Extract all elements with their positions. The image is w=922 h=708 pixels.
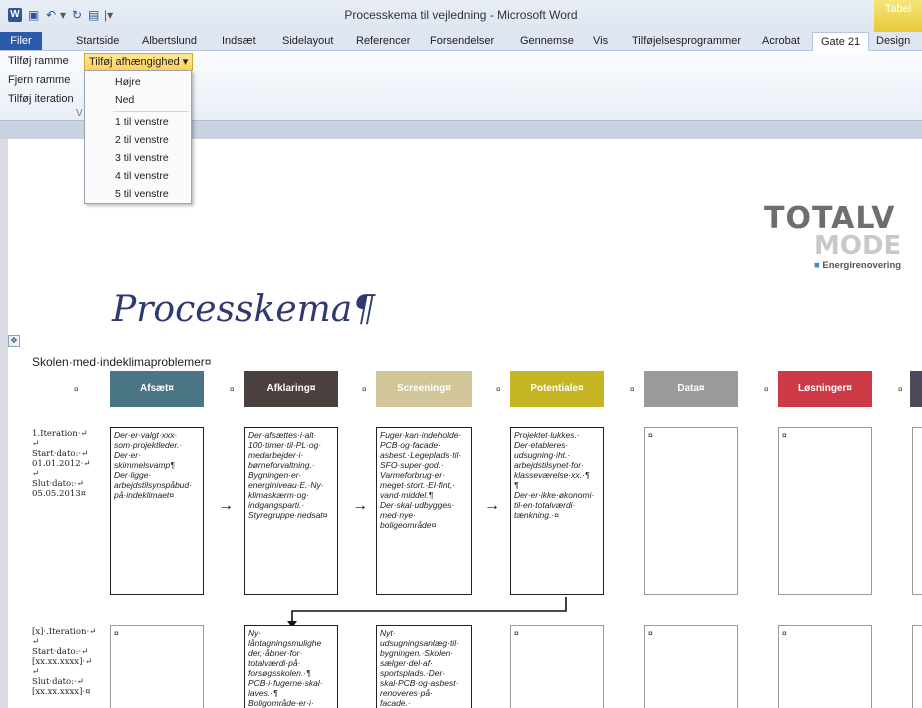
tab-vis[interactable]: Vis [593, 32, 608, 50]
cell-marker: ¤ [630, 385, 635, 394]
menu-item-3-til-venstre[interactable]: 3 til venstre [85, 149, 191, 167]
menu-item-ned[interactable]: Ned [85, 91, 191, 109]
column-header-screening[interactable]: Screening¤ [376, 371, 472, 407]
cell-screening-row-2[interactable]: Nyt· udsugningsanlæg·til· bygningen.·Sko… [376, 625, 472, 708]
document-page[interactable]: TOTALV MODE ■ Energirenovering Processke… [8, 139, 922, 708]
logo-tagline-text: Energirenovering [822, 260, 902, 271]
add-frame-button[interactable]: Tilføj ramme [8, 55, 69, 67]
title-bar: W ▣ ↶ ▾ ↻ ▤ |▾ Processkema til vejlednin… [0, 0, 922, 32]
tab-design[interactable]: Design [876, 32, 910, 50]
cell-next-row-2[interactable] [912, 625, 922, 708]
cell-afklaring-row-2[interactable]: Ny· låntagningsmulighe der,·åbner·for· t… [244, 625, 338, 708]
tab-albertslund[interactable]: Albertslund [142, 32, 197, 50]
ribbon-tabs: Filer Startside Albertslund Indsæt Sidel… [0, 32, 922, 51]
menu-item-hoejre[interactable]: Højre [85, 73, 191, 91]
cell-data-row-1[interactable]: ¤ [644, 427, 738, 595]
tab-acrobat[interactable]: Acrobat [762, 32, 800, 50]
ribbon-group-label: V [76, 108, 83, 119]
menu-item-4-til-venstre[interactable]: 4 til venstre [85, 167, 191, 185]
table-move-handle-icon[interactable]: ✥ [8, 335, 20, 347]
cell-loesninger-row-2[interactable]: ¤ [778, 625, 872, 708]
tab-indsaet[interactable]: Indsæt [222, 32, 256, 50]
cell-data-row-2[interactable]: ¤ [644, 625, 738, 708]
document-subtitle[interactable]: Skolen·med·indeklimaproblemer¤ [32, 355, 211, 369]
tab-filer[interactable]: Filer [0, 32, 42, 50]
cell-marker: ¤ [74, 385, 79, 394]
column-header-data[interactable]: Data¤ [644, 371, 738, 407]
menu-item-1-til-venstre[interactable]: 1 til venstre [85, 113, 191, 131]
cell-marker: ¤ [362, 385, 367, 394]
dependency-menu: Højre Ned 1 til venstre 2 til venstre 3 … [84, 70, 192, 204]
cell-afklaring-row-1[interactable]: Der·afsættes·i·alt· 100·timer·til·PL·og·… [244, 427, 338, 595]
tab-sidelayout[interactable]: Sidelayout [282, 32, 333, 50]
tab-tilfoejelsesprogrammer[interactable]: Tilføjelsesprogrammer [632, 32, 741, 50]
menu-item-2-til-venstre[interactable]: 2 til venstre [85, 131, 191, 149]
cell-loesninger-row-1[interactable]: ¤ [778, 427, 872, 595]
column-header-potentiale[interactable]: Potentiale¤ [510, 371, 604, 407]
cell-next-row-1[interactable] [912, 427, 922, 595]
cell-afsaet-row-2[interactable]: ¤ [110, 625, 204, 708]
tab-forsendelser[interactable]: Forsendelser [430, 32, 494, 50]
tab-startside[interactable]: Startside [76, 32, 119, 50]
window-title: Processkema til vejledning - Microsoft W… [344, 8, 578, 22]
tab-gennemse[interactable]: Gennemse [520, 32, 574, 50]
row-2-label[interactable]: [x]·.Iteration·↵ ↵ Start·dato:·↵ [xx.xx.… [32, 627, 96, 697]
column-header-afsaet[interactable]: Afsæt¤ [110, 371, 204, 407]
tab-gate-21[interactable]: Gate 21 [812, 32, 870, 51]
arrow-right-icon: → [218, 497, 234, 514]
cell-marker: ¤ [898, 385, 903, 394]
column-header-afklaring[interactable]: Afklaring¤ [244, 371, 338, 407]
tab-referencer[interactable]: Referencer [356, 32, 410, 50]
add-iteration-button[interactable]: Tilføj iteration [8, 93, 74, 105]
cell-afsaet-row-1[interactable]: Der·er·valgt·xxx· som·projektleder.· Der… [110, 427, 204, 595]
column-header-loesninger[interactable]: Løsninger¤ [778, 371, 872, 407]
arrow-right-icon: → [484, 497, 500, 514]
cell-marker: ¤ [764, 385, 769, 394]
menu-separator [113, 111, 189, 112]
add-dependency-dropdown[interactable]: Tilføj afhængighed ▾ [84, 53, 194, 71]
context-tab-tabel[interactable]: Tabel [874, 0, 922, 32]
cell-marker: ¤ [496, 385, 501, 394]
cell-potentiale-row-2[interactable]: ¤ [510, 625, 604, 708]
cell-marker: ¤ [230, 385, 235, 394]
menu-item-5-til-venstre[interactable]: 5 til venstre [85, 185, 191, 203]
remove-frame-button[interactable]: Fjern ramme [8, 74, 70, 86]
row-1-label[interactable]: 1.Iteration·↵ ↵ Start·dato:·↵ 01.01.2012… [32, 429, 91, 499]
logo-tagline: ■ Energirenovering [814, 260, 901, 271]
document-title[interactable]: Processkema¶ [112, 289, 375, 330]
arrow-right-icon: → [352, 497, 368, 514]
cell-screening-row-1[interactable]: Fuger·kan·indeholde· PCB·og·facade· asbe… [376, 427, 472, 595]
column-header-next [910, 371, 922, 407]
cell-potentiale-row-1[interactable]: Projektet·lukkes.· Der·etableres· udsugn… [510, 427, 604, 595]
logo-text-secondary: MODE [814, 231, 902, 261]
